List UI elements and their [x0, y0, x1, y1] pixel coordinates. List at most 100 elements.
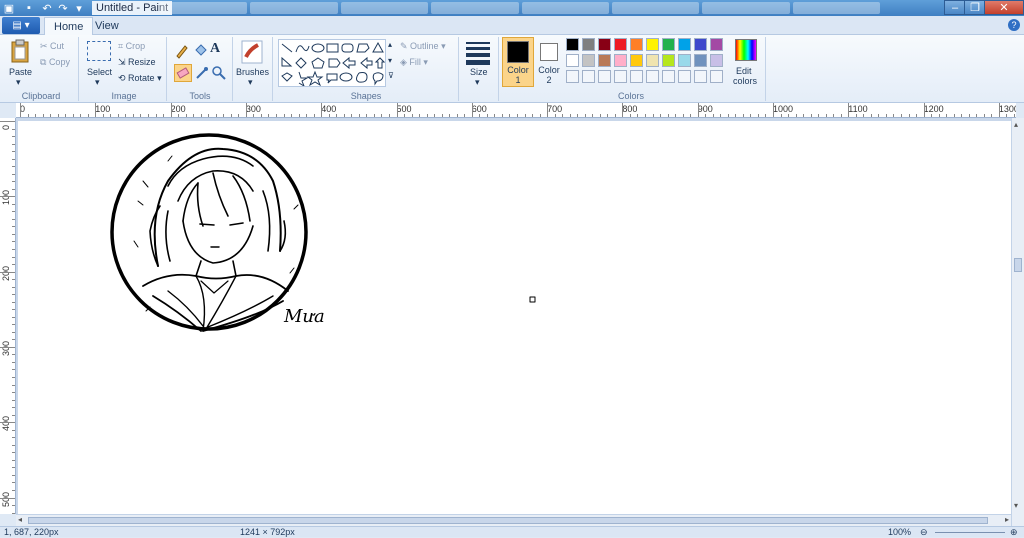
crop-button[interactable]: ⌗ Crop	[118, 40, 145, 52]
maximize-button[interactable]: ❐	[964, 0, 986, 15]
ruler-tick	[916, 114, 918, 117]
palette-swatch[interactable]	[566, 38, 579, 51]
redo-icon[interactable]: ↷	[56, 1, 70, 15]
file-menu-button[interactable]: ▤ ▾	[2, 17, 40, 34]
zoom-in-icon[interactable]: ⊕	[1010, 527, 1018, 538]
size-label[interactable]: Size	[470, 67, 488, 77]
brushes-label[interactable]: Brushes	[236, 67, 269, 77]
paste-dropdown-icon[interactable]: ▾	[16, 77, 21, 88]
palette-empty-slot[interactable]	[678, 70, 691, 83]
palette-swatch[interactable]	[614, 54, 627, 67]
help-icon[interactable]: ?	[1008, 19, 1020, 31]
ruler-tick	[795, 114, 797, 117]
rainbow-palette-icon[interactable]	[735, 39, 757, 61]
select-icon[interactable]	[87, 41, 111, 61]
edit-colors-label-2[interactable]: colors	[733, 76, 757, 86]
palette-swatch[interactable]	[630, 54, 643, 67]
color1-button[interactable]: Color 1	[502, 37, 534, 87]
palette-swatch[interactable]	[646, 54, 659, 67]
horizontal-ruler: 0 100 200 300 400 500 600 700 800 900 1000 1100 1200…	[16, 103, 1016, 118]
ruler-tick-label: 700	[547, 104, 563, 114]
fill-button[interactable]: ◈ Fill ▾	[400, 56, 428, 68]
ruler-tick-label: 1300	[998, 104, 1016, 114]
scroll-down-arrow-icon[interactable]: ▾	[1014, 501, 1018, 510]
save-icon[interactable]: ▪	[22, 1, 36, 15]
palette-empty-slot[interactable]	[630, 70, 643, 83]
horizontal-scrollbar[interactable]: ◂ ▸	[16, 514, 1011, 526]
shapes-expand-icon[interactable]: ⊽	[388, 71, 394, 80]
palette-swatch[interactable]	[694, 54, 707, 67]
palette-empty-slot[interactable]	[614, 70, 627, 83]
ruler-tick	[976, 114, 978, 117]
palette-swatch[interactable]	[582, 38, 595, 51]
rotate-button[interactable]: ⟲ Rotate ▾	[118, 72, 162, 84]
palette-swatch[interactable]	[646, 38, 659, 51]
paint-app-icon[interactable]: ▣	[2, 1, 16, 15]
shapes-gallery[interactable]	[278, 39, 386, 88]
palette-swatch[interactable]	[662, 38, 675, 51]
palette-swatch[interactable]	[598, 38, 611, 51]
outline-button[interactable]: ✎ Outline ▾	[400, 40, 446, 52]
palette-empty-slot[interactable]	[582, 70, 595, 83]
ruler-tick	[554, 114, 556, 117]
undo-icon[interactable]: ↶	[40, 1, 54, 15]
palette-swatch[interactable]	[678, 54, 691, 67]
cut-button[interactable]: ✂ Cut	[40, 40, 64, 52]
scroll-up-arrow-icon[interactable]: ▴	[1014, 120, 1018, 129]
ruler-tick	[12, 301, 15, 303]
ruler-tick	[87, 114, 89, 117]
select-label[interactable]: Select	[87, 67, 112, 77]
ruler-tick	[938, 114, 940, 117]
palette-empty-slot[interactable]	[694, 70, 707, 83]
quick-access-dropdown-icon[interactable]: ▾	[72, 1, 86, 15]
color2-button[interactable]: Color 2	[536, 37, 562, 87]
tab-view[interactable]: View	[86, 17, 128, 35]
paste-button[interactable]	[8, 39, 32, 65]
eraser-icon[interactable]	[174, 64, 192, 82]
ruler-tick	[117, 114, 119, 117]
text-tool-icon[interactable]: A	[210, 41, 220, 57]
palette-swatch[interactable]	[566, 54, 579, 67]
zoom-out-icon[interactable]: ⊖	[920, 527, 928, 538]
size-icon[interactable]	[466, 42, 490, 65]
edit-colors-label[interactable]: Edit	[736, 66, 752, 76]
palette-swatch[interactable]	[630, 38, 643, 51]
shapes-scroll-down-icon[interactable]: ▾	[388, 56, 392, 65]
shapes-scroll-up-icon[interactable]: ▴	[388, 40, 392, 49]
signature: Mưa	[283, 306, 325, 327]
fill-bucket-icon[interactable]	[192, 43, 208, 59]
palette-empty-slot[interactable]	[566, 70, 579, 83]
color-picker-icon[interactable]	[194, 65, 210, 81]
brushes-dropdown-icon[interactable]: ▾	[248, 77, 253, 88]
palette-swatch[interactable]	[694, 38, 707, 51]
palette-empty-slot[interactable]	[710, 70, 723, 83]
palette-swatch[interactable]	[614, 38, 627, 51]
brushes-icon[interactable]	[240, 39, 264, 65]
select-dropdown-icon[interactable]: ▾	[95, 77, 100, 88]
minimize-button[interactable]: –	[944, 0, 966, 15]
palette-empty-slot[interactable]	[598, 70, 611, 83]
magnifier-icon[interactable]	[211, 65, 227, 81]
close-button[interactable]: ✕	[984, 0, 1024, 15]
palette-empty-slot[interactable]	[662, 70, 675, 83]
palette-empty-slot[interactable]	[646, 70, 659, 83]
palette-swatch[interactable]	[598, 54, 611, 67]
vertical-scrollbar[interactable]: ▴ ▾	[1011, 118, 1024, 526]
palette-swatch[interactable]	[710, 54, 723, 67]
palette-swatch[interactable]	[710, 38, 723, 51]
horizontal-scroll-thumb[interactable]	[28, 517, 988, 524]
pencil-icon[interactable]	[174, 43, 190, 59]
zoom-slider[interactable]	[935, 532, 1005, 533]
scroll-left-arrow-icon[interactable]: ◂	[18, 515, 22, 524]
palette-swatch[interactable]	[582, 54, 595, 67]
size-dropdown-icon[interactable]: ▾	[475, 77, 480, 88]
scroll-right-arrow-icon[interactable]: ▸	[1005, 515, 1009, 524]
resize-button[interactable]: ⇲ Resize	[118, 56, 156, 68]
palette-swatch[interactable]	[662, 54, 675, 67]
vertical-scroll-thumb[interactable]	[1014, 258, 1022, 272]
drawing-canvas[interactable]: Mưa	[18, 121, 1011, 514]
ruler-tick	[419, 114, 421, 117]
copy-button[interactable]: ⧉ Copy	[40, 56, 70, 68]
palette-swatch[interactable]	[678, 38, 691, 51]
paste-label[interactable]: Paste	[9, 67, 32, 77]
